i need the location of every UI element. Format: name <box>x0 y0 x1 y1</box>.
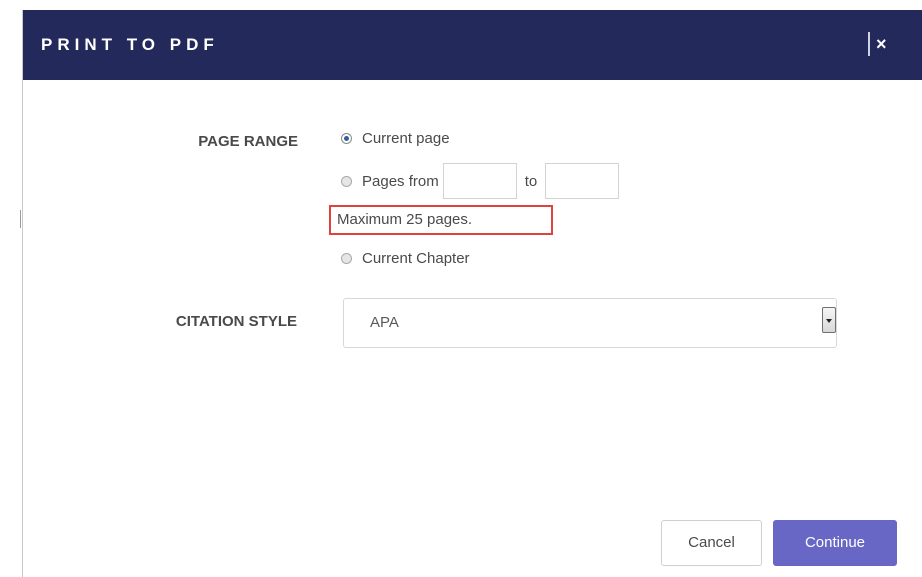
page-edge-mark <box>20 210 21 228</box>
radio-current-page[interactable]: Current page <box>341 130 450 147</box>
radio-current-chapter-button[interactable] <box>341 253 352 264</box>
citation-style-value: APA <box>370 314 399 331</box>
radio-pages-from-label: Pages from <box>362 172 439 190</box>
close-separator <box>868 32 870 56</box>
close-icon[interactable]: × <box>876 32 896 56</box>
continue-button[interactable]: Continue <box>773 520 897 566</box>
dialog-titlebar: PRINT TO PDF × <box>23 10 922 80</box>
radio-pages-from[interactable]: Pages from to <box>341 163 620 199</box>
pages-to-input[interactable] <box>545 163 620 199</box>
radio-current-chapter[interactable]: Current Chapter <box>341 250 470 267</box>
pages-from-input[interactable] <box>442 163 517 199</box>
print-to-pdf-dialog: PRINT TO PDF × PAGE RANGE Current page P… <box>22 10 922 577</box>
page-range-label: PAGE RANGE <box>198 133 298 150</box>
chevron-down-icon[interactable] <box>822 307 836 333</box>
citation-style-label: CITATION STYLE <box>175 313 297 330</box>
to-label: to <box>524 172 538 190</box>
max-pages-note: Maximum 25 pages. <box>329 205 553 235</box>
dialog-title: PRINT TO PDF <box>41 35 219 54</box>
radio-current-chapter-label: Current Chapter <box>362 250 470 267</box>
radio-current-page-button[interactable] <box>341 133 352 144</box>
page-edge <box>0 0 22 577</box>
citation-style-select[interactable]: APA <box>343 298 837 348</box>
radio-current-page-label: Current page <box>362 130 450 147</box>
cancel-button[interactable]: Cancel <box>661 520 762 566</box>
radio-pages-from-button[interactable] <box>341 175 352 187</box>
